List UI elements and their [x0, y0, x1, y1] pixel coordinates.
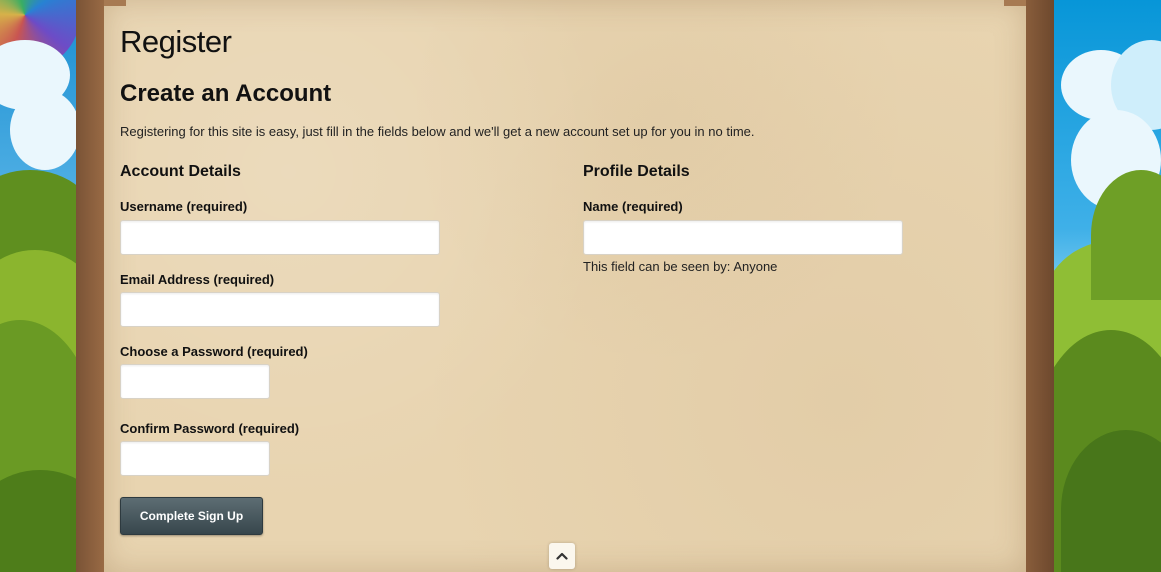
intro-text: Registering for this site is easy, just … — [120, 124, 755, 139]
page-title: Register — [120, 24, 232, 59]
email-input[interactable] — [120, 292, 440, 327]
confirm-password-input[interactable] — [120, 441, 270, 476]
complete-sign-up-button[interactable]: Complete Sign Up — [120, 497, 263, 535]
username-label: Username (required) — [120, 199, 248, 214]
frame-corner — [1004, 0, 1026, 6]
name-label: Name (required) — [583, 199, 683, 214]
back-to-top-button[interactable] — [549, 543, 575, 569]
frame-corner — [104, 0, 126, 6]
username-input[interactable] — [120, 220, 440, 255]
hill-decoration — [0, 470, 80, 572]
name-input[interactable] — [583, 220, 903, 255]
background-scenery-right — [1051, 0, 1161, 572]
cloud-decoration — [10, 90, 80, 170]
confirm-password-label: Confirm Password (required) — [120, 421, 300, 436]
profile-details-heading: Profile Details — [583, 163, 690, 180]
email-label: Email Address (required) — [120, 272, 275, 287]
account-details-heading: Account Details — [120, 163, 241, 180]
field-visibility-note: This field can be seen by: Anyone — [583, 259, 778, 274]
password-input[interactable] — [120, 364, 270, 399]
chevron-up-icon — [556, 552, 568, 560]
password-label: Choose a Password (required) — [120, 344, 308, 359]
create-account-heading: Create an Account — [120, 80, 332, 107]
background-scenery-left — [0, 0, 80, 572]
